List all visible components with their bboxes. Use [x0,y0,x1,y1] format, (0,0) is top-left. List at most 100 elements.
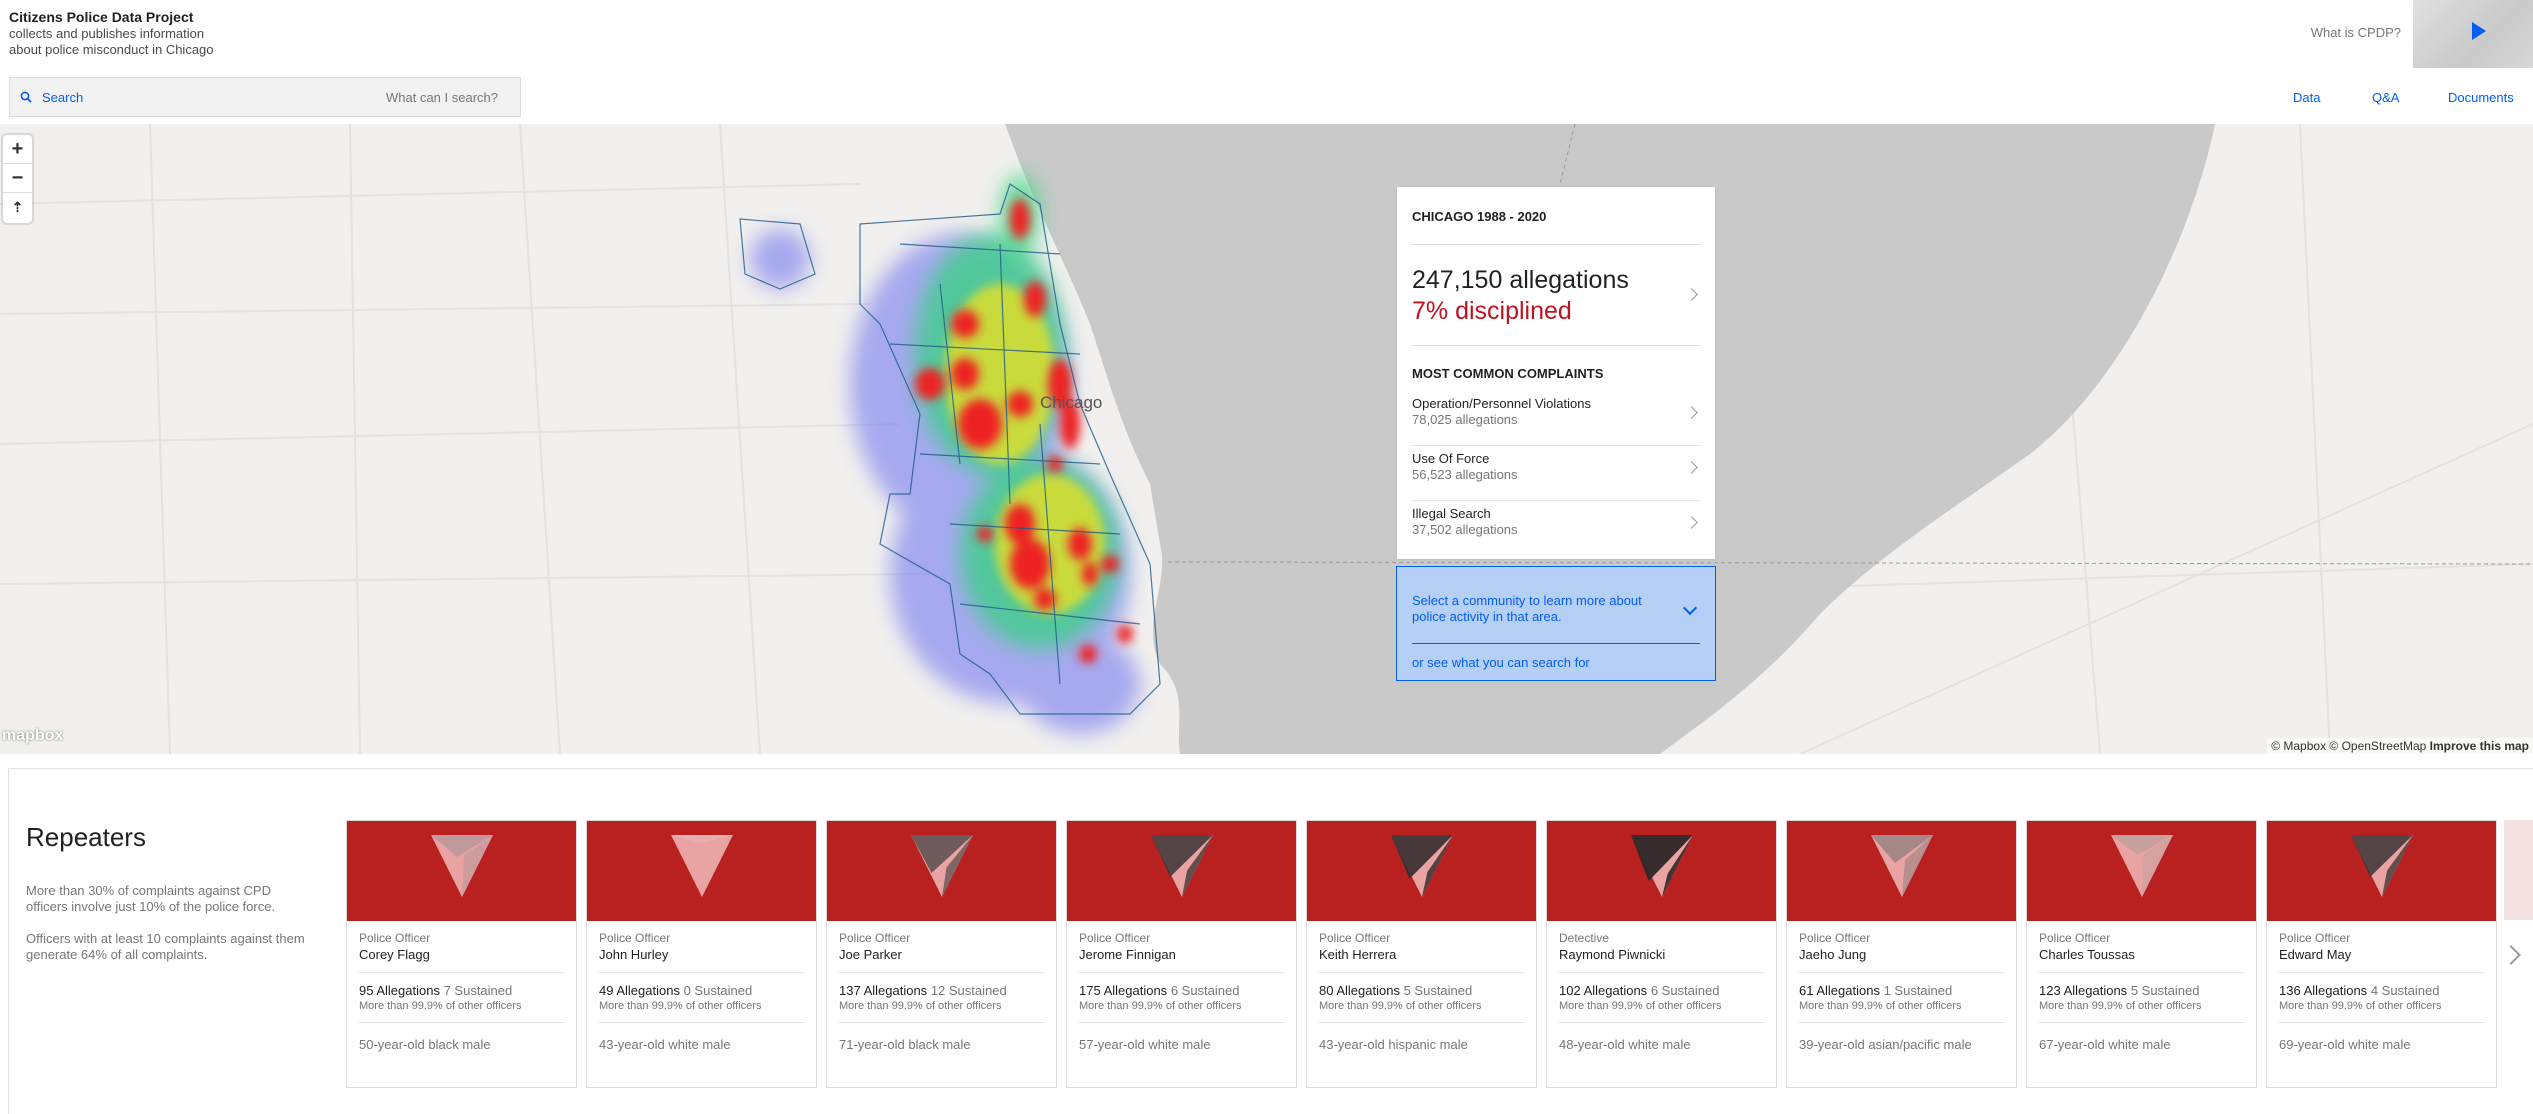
zoom-controls: + − ⇡ [3,135,32,223]
officer-percentile: More than 99.9% of other officers [359,1000,564,1023]
radar-triangle-icon [671,835,733,897]
mapbox-logo[interactable]: mapbox [2,727,63,745]
officer-card[interactable]: Police Officer Corey Flagg 95 Allegations … [346,820,577,1088]
disciplined-percentage: 7% disciplined [1412,297,1572,325]
improve-map-link[interactable]: Improve this map [2430,739,2529,753]
radar-triangle-icon [1391,835,1453,897]
officer-radar-chart [1787,821,2016,921]
allegation-count: 102 Allegations [1559,983,1648,998]
officer-name: Jerome Finnigan [1079,947,1284,973]
officer-demographics: 69-year-old white male [2279,1037,2411,1052]
community-selector[interactable]: Select a community to learn more about p… [1396,566,1716,681]
sustained-count: 5 Sustained [1403,983,1473,998]
summary-title: CHICAGO 1988 - 2020 [1412,209,1547,224]
what-is-cpdp-link[interactable]: What is CPDP? [2311,25,2401,40]
officer-card[interactable]: Police Officer Jerome Finnigan 175 Allegat… [1066,820,1297,1088]
officer-allegations: 102 Allegations 6 Sustained [1559,983,1764,998]
allegation-count: 137 Allegations [839,983,928,998]
repeaters-description-2: Officers with at least 10 complaints aga… [26,931,305,962]
officer-card[interactable]: Police Officer Edward May 136 Allegations … [2266,820,2497,1088]
officer-rank: Police Officer [839,931,911,945]
officer-rank: Police Officer [599,931,671,945]
officer-radar-chart [347,821,576,921]
officer-name: Joe Parker [839,947,1044,973]
officer-card[interactable]: Police Officer John Hurley 49 Allegations … [586,820,817,1088]
total-allegations: 247,150 allegations [1412,266,1629,294]
sustained-count: 0 Sustained [683,983,753,998]
officer-demographics: 48-year-old white male [1559,1037,1691,1052]
nav-documents-link[interactable]: Documents [2448,90,2514,105]
summary-stats[interactable]: 247,150 allegations 7% disciplined [1412,245,1700,345]
officer-name: Corey Flagg [359,947,564,973]
complaint-name: Use Of Force [1412,451,1490,466]
officer-demographics: 50-year-old black male [359,1037,491,1052]
allegation-count: 175 Allegations [1079,983,1168,998]
officer-card[interactable]: Police Officer Charles Toussas 123 Allegat… [2026,820,2257,1088]
allegation-count: 49 Allegations [599,983,680,998]
officer-radar-chart [1307,821,1536,921]
zoom-in-button[interactable]: + [3,135,32,164]
attribution-text[interactable]: © Mapbox © OpenStreetMap [2271,739,2426,753]
officer-rank: Police Officer [2279,931,2351,945]
sustained-count: 7 Sustained [443,983,513,998]
officer-demographics: 71-year-old black male [839,1037,971,1052]
heatmap-map[interactable]: Chicago + − ⇡ mapbox © Mapbox © OpenStre… [0,124,2533,754]
officer-allegations: 137 Allegations 12 Sustained [839,983,1044,998]
officer-allegations: 175 Allegations 6 Sustained [1079,983,1284,998]
repeaters-description: More than 30% of complaints against CPD … [26,883,276,914]
community-prompt[interactable]: Select a community to learn more about p… [1412,593,1652,625]
officer-allegations: 123 Allegations 5 Sustained [2039,983,2244,998]
compass-button[interactable]: ⇡ [3,193,32,222]
chevron-down-icon[interactable] [1682,600,1698,616]
map-attribution: © Mapbox © OpenStreetMap Improve this ma… [2267,738,2533,754]
officer-card[interactable]: Detective Raymond Piwnicki 102 Allegations… [1546,820,1777,1088]
officer-demographics: 67-year-old white male [2039,1037,2171,1052]
search-bar[interactable]: Search What can I search? [9,77,521,117]
complaint-item[interactable]: Use Of Force 56,523 allegations [1412,446,1700,501]
brand[interactable]: Citizens Police Data Project collects an… [9,9,214,58]
nav-data-link[interactable]: Data [2293,90,2320,105]
officer-demographics: 39-year-old asian/pacific male [1799,1037,1972,1052]
site-title[interactable]: Citizens Police Data Project [9,9,214,26]
sustained-count: 4 Sustained [2370,983,2440,998]
search-icon [10,78,42,116]
sustained-count: 6 Sustained [1170,983,1240,998]
repeaters-title: Repeaters [26,822,146,852]
officer-demographics: 57-year-old white male [1079,1037,1211,1052]
sustained-count: 12 Sustained [930,983,1007,998]
officer-allegations: 95 Allegations 7 Sustained [359,983,564,998]
officer-card[interactable]: Police Officer Jaeho Jung 61 Allegations 1… [1786,820,2017,1088]
officer-percentile: More than 99.9% of other officers [2279,1000,2484,1023]
officer-percentile: More than 99.9% of other officers [1559,1000,1764,1023]
officer-card[interactable]: Police Officer Joe Parker 137 Allegations … [826,820,1057,1088]
radar-triangle-icon [2351,835,2413,897]
search-guide-link[interactable]: or see what you can search for [1412,655,1590,670]
search-guide-text[interactable]: see what you can search for [1427,655,1590,670]
officer-rank: Detective [1559,931,1610,945]
search-label[interactable]: Search [42,90,386,105]
site-subtitle-line2: about police misconduct in Chicago [9,42,214,57]
search-help-link[interactable]: What can I search? [386,90,520,105]
complaint-count: 78,025 allegations [1412,412,1518,427]
city-label: Chicago [1040,393,1103,412]
map-canvas [0,124,2533,754]
complaint-count: 56,523 allegations [1412,467,1518,482]
officer-radar-chart [587,821,816,921]
search-guide-prefix: or [1412,655,1428,670]
sustained-count: 5 Sustained [2130,983,2200,998]
officer-card[interactable]: Police Officer Keith Herrera 80 Allegation… [1306,820,1537,1088]
play-icon[interactable] [2472,22,2486,40]
officer-radar-chart [827,821,1056,921]
officer-name: Charles Toussas [2039,947,2244,973]
complaint-item[interactable]: Illegal Search 37,502 allegations [1412,501,1700,556]
complaint-name: Illegal Search [1412,506,1491,521]
header: Citizens Police Data Project collects an… [0,0,2533,124]
officer-radar-chart [2027,821,2256,921]
officer-percentile: More than 99.9% of other officers [1319,1000,1524,1023]
complaint-item[interactable]: Operation/Personnel Violations 78,025 al… [1412,391,1700,446]
officer-radar-chart [1547,821,1776,921]
nav-qa-link[interactable]: Q&A [2372,90,2399,105]
zoom-out-button[interactable]: − [3,164,32,193]
officer-rank: Police Officer [1319,931,1391,945]
officer-name: John Hurley [599,947,804,973]
